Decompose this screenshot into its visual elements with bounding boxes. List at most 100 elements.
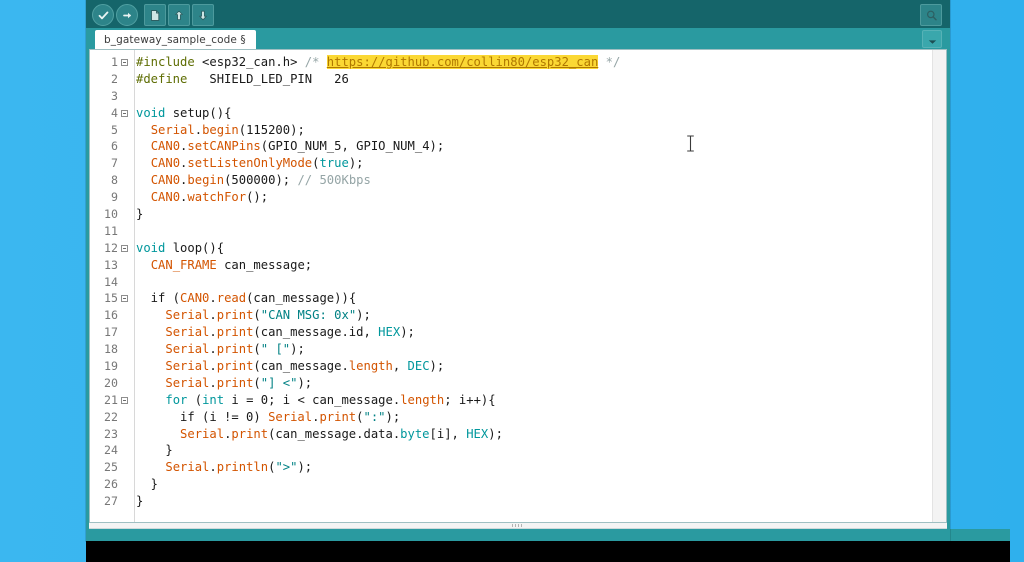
code-token: read — [217, 291, 246, 305]
code-token: byte — [400, 427, 429, 441]
code-line[interactable]: 5 Serial.begin(115200); — [90, 122, 932, 139]
code-text: CAN0.setListenOnlyMode(true); — [136, 155, 364, 172]
code-token: for — [165, 393, 187, 407]
highlighted-url[interactable]: https://github.com/collin80/esp32_can — [327, 55, 599, 69]
code-token: } — [136, 477, 158, 491]
code-token: } — [136, 207, 143, 221]
code-line[interactable]: 11 — [90, 223, 932, 240]
tab-sketch-active[interactable]: b_gateway_sample_code § — [95, 30, 256, 49]
bottom-black-band — [86, 541, 1010, 562]
code-token: void — [136, 106, 165, 120]
code-token: ); — [349, 156, 364, 170]
code-fold-toggle-icon[interactable] — [121, 295, 128, 302]
code-text: Serial.print(can_message.length, DEC); — [136, 358, 444, 375]
code-text: Serial.print("] <"); — [136, 375, 312, 392]
line-number: 13 — [90, 257, 118, 274]
code-token: . — [209, 291, 216, 305]
line-number: 22 — [90, 409, 118, 426]
code-token: print — [319, 410, 356, 424]
tab-strip: b_gateway_sample_code § — [86, 28, 950, 49]
code-token: setListenOnlyMode — [187, 156, 312, 170]
code-line[interactable]: 7 CAN0.setListenOnlyMode(true); — [90, 155, 932, 172]
code-line[interactable]: 12void loop(){ — [90, 240, 932, 257]
code-fold-toggle-icon[interactable] — [121, 110, 128, 117]
code-token: length — [349, 359, 393, 373]
code-token: Serial — [268, 410, 312, 424]
code-token: ( — [253, 342, 260, 356]
code-line[interactable]: 13 CAN_FRAME can_message; — [90, 257, 932, 274]
code-line[interactable]: 21 for (int i = 0; i < can_message.lengt… — [90, 392, 932, 409]
code-line[interactable]: 9 CAN0.watchFor(); — [90, 189, 932, 206]
code-token: . — [209, 342, 216, 356]
code-line[interactable]: 1#include <esp32_can.h> /* https://githu… — [90, 54, 932, 71]
arrow-down-icon — [197, 9, 209, 22]
code-token: ); — [488, 427, 503, 441]
check-icon — [97, 9, 110, 22]
code-line[interactable]: 18 Serial.print(" ["); — [90, 341, 932, 358]
code-token: setup — [173, 106, 210, 120]
code-fold-toggle-icon[interactable] — [121, 397, 128, 404]
code-line[interactable]: 6 CAN0.setCANPins(GPIO_NUM_5, GPIO_NUM_4… — [90, 138, 932, 155]
code-token: (115200); — [239, 123, 305, 137]
code-token — [136, 173, 151, 187]
code-line[interactable]: 8 CAN0.begin(500000); // 500Kbps — [90, 172, 932, 189]
code-line[interactable]: 26 } — [90, 476, 932, 493]
code-token: ":" — [363, 410, 385, 424]
code-editor[interactable]: 1#include <esp32_can.h> /* https://githu… — [89, 49, 947, 523]
code-line[interactable]: 10} — [90, 206, 932, 223]
line-number: 25 — [90, 459, 118, 476]
save-button[interactable] — [192, 4, 214, 26]
serial-monitor-button[interactable] — [920, 4, 942, 26]
code-token: print — [231, 427, 268, 441]
code-token: true — [319, 156, 348, 170]
code-line[interactable]: 15 if (CAN0.read(can_message)){ — [90, 290, 932, 307]
code-token: ); — [386, 410, 401, 424]
open-button[interactable] — [168, 4, 190, 26]
code-line[interactable]: 23 Serial.print(can_message.data.byte[i]… — [90, 426, 932, 443]
code-token — [136, 393, 165, 407]
code-token: SHIELD_LED_PIN 26 — [195, 72, 349, 86]
code-token: Serial — [165, 460, 209, 474]
code-token: } — [136, 494, 143, 508]
code-line[interactable]: 14 — [90, 274, 932, 291]
code-fold-toggle-icon[interactable] — [121, 245, 128, 252]
code-fold-toggle-icon[interactable] — [121, 59, 128, 66]
code-token: . — [209, 376, 216, 390]
code-token: length — [400, 393, 444, 407]
code-line[interactable]: 16 Serial.print("CAN MSG: 0x"); — [90, 307, 932, 324]
code-token: CAN0 — [151, 173, 180, 187]
code-token: // 500Kbps — [297, 173, 370, 187]
code-line[interactable]: 19 Serial.print(can_message.length, DEC)… — [90, 358, 932, 375]
code-token: (); — [246, 190, 268, 204]
editor-scrollbar[interactable] — [932, 50, 946, 522]
code-line[interactable]: 17 Serial.print(can_message.id, HEX); — [90, 324, 932, 341]
code-token: (){ — [209, 106, 231, 120]
status-bar — [86, 529, 950, 541]
tab-label: b_gateway_sample_code § — [104, 34, 246, 46]
line-number: 27 — [90, 493, 118, 510]
upload-button[interactable] — [116, 4, 138, 26]
code-token: ); — [290, 342, 305, 356]
code-token: Serial — [165, 308, 209, 322]
verify-button[interactable] — [92, 4, 114, 26]
code-line[interactable]: 22 if (i != 0) Serial.print(":"); — [90, 409, 932, 426]
code-token: CAN0 — [180, 291, 209, 305]
code-text: Serial.begin(115200); — [136, 122, 305, 139]
code-surface[interactable]: 1#include <esp32_can.h> /* https://githu… — [90, 50, 932, 522]
code-line[interactable]: 4void setup(){ — [90, 105, 932, 122]
code-text: Serial.print("CAN MSG: 0x"); — [136, 307, 371, 324]
code-token: Serial — [180, 427, 224, 441]
code-line[interactable]: 2#define SHIELD_LED_PIN 26 — [90, 71, 932, 88]
code-lines[interactable]: 1#include <esp32_can.h> /* https://githu… — [90, 54, 932, 510]
new-button[interactable] — [144, 4, 166, 26]
code-line[interactable]: 24 } — [90, 442, 932, 459]
code-line[interactable]: 27} — [90, 493, 932, 510]
code-text: for (int i = 0; i < can_message.length; … — [136, 392, 496, 409]
code-token: Serial — [165, 359, 209, 373]
code-line[interactable]: 25 Serial.println(">"); — [90, 459, 932, 476]
tab-menu-button[interactable] — [922, 30, 942, 48]
code-token: begin — [202, 123, 239, 137]
chevron-down-icon — [928, 30, 937, 49]
code-line[interactable]: 3 — [90, 88, 932, 105]
code-line[interactable]: 20 Serial.print("] <"); — [90, 375, 932, 392]
